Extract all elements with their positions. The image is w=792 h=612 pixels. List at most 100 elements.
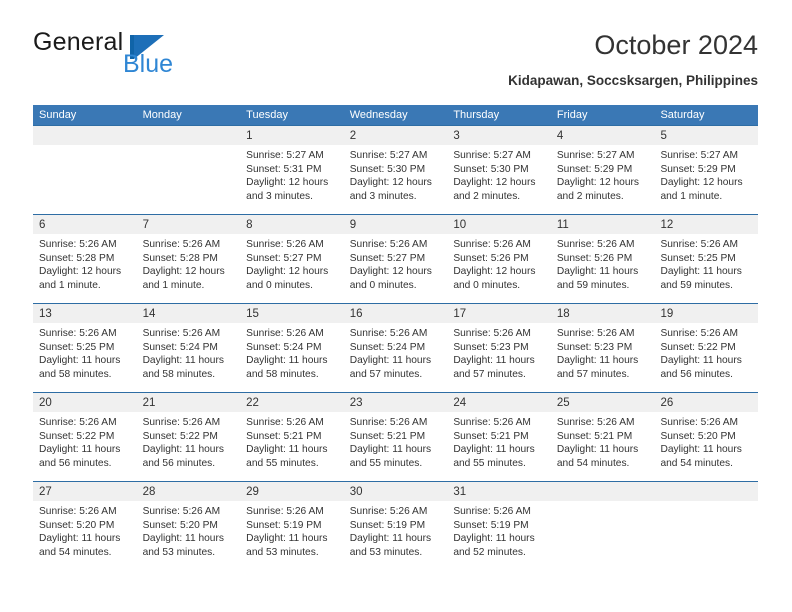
daylight-text-line1: Daylight: 11 hours bbox=[349, 355, 432, 367]
day-number: 3 bbox=[453, 130, 460, 142]
day-info bbox=[137, 145, 241, 149]
day-cell[interactable]: 17 Sunrise: 5:26 AM Sunset: 5:23 PM Dayl… bbox=[447, 304, 551, 392]
sunset-text: Sunset: 5:20 PM bbox=[660, 430, 736, 442]
daylight-text-line2: and 57 minutes. bbox=[453, 369, 526, 381]
daylight-text-line2: and 54 minutes. bbox=[556, 458, 630, 470]
day-cell[interactable]: 1 Sunrise: 5:27 AM Sunset: 5:31 PM Dayli… bbox=[240, 126, 344, 214]
day-cell[interactable]: 30 Sunrise: 5:26 AM Sunset: 5:19 PM Dayl… bbox=[343, 482, 448, 570]
day-cell[interactable]: 23 Sunrise: 5:26 AM Sunset: 5:21 PM Dayl… bbox=[343, 393, 448, 481]
day-info: Sunrise: 5:26 AM Sunset: 5:20 PM Dayligh… bbox=[654, 412, 758, 471]
page-header: General Blue October 2024 Kidapawan, Soc… bbox=[33, 28, 758, 98]
day-cell[interactable] bbox=[654, 482, 759, 570]
day-cell[interactable]: 4 Sunrise: 5:27 AM Sunset: 5:29 PM Dayli… bbox=[550, 126, 655, 214]
daylight-text-line1: Daylight: 12 hours bbox=[660, 177, 743, 189]
sunrise-text: Sunrise: 5:26 AM bbox=[246, 506, 324, 517]
daylight-text-line1: Daylight: 12 hours bbox=[246, 266, 329, 278]
day-cell[interactable]: 15 Sunrise: 5:26 AM Sunset: 5:24 PM Dayl… bbox=[240, 304, 344, 392]
day-cell[interactable]: 13 Sunrise: 5:26 AM Sunset: 5:25 PM Dayl… bbox=[33, 304, 137, 392]
daylight-text-line1: Daylight: 12 hours bbox=[142, 266, 225, 278]
day-cell[interactable]: 16 Sunrise: 5:26 AM Sunset: 5:24 PM Dayl… bbox=[343, 304, 448, 392]
day-cell[interactable]: 19 Sunrise: 5:26 AM Sunset: 5:22 PM Dayl… bbox=[654, 304, 759, 392]
day-number-band: 28 bbox=[136, 482, 241, 501]
day-info: Sunrise: 5:26 AM Sunset: 5:22 PM Dayligh… bbox=[137, 412, 241, 471]
day-cell[interactable]: 25 Sunrise: 5:26 AM Sunset: 5:21 PM Dayl… bbox=[550, 393, 655, 481]
day-info: Sunrise: 5:26 AM Sunset: 5:21 PM Dayligh… bbox=[447, 412, 551, 471]
day-number: 26 bbox=[660, 397, 674, 409]
day-cell[interactable]: 6 Sunrise: 5:26 AM Sunset: 5:28 PM Dayli… bbox=[33, 215, 137, 303]
weekday-header-sunday: Sunday bbox=[39, 109, 77, 121]
day-number-band: 12 bbox=[654, 215, 759, 234]
day-cell[interactable]: 18 Sunrise: 5:26 AM Sunset: 5:23 PM Dayl… bbox=[550, 304, 655, 392]
day-number: 17 bbox=[453, 308, 467, 320]
sunset-text: Sunset: 5:23 PM bbox=[453, 341, 529, 353]
sunset-text: Sunset: 5:24 PM bbox=[142, 341, 218, 353]
day-info: Sunrise: 5:26 AM Sunset: 5:28 PM Dayligh… bbox=[33, 234, 137, 293]
day-number: 11 bbox=[556, 219, 569, 231]
sunrise-text: Sunrise: 5:26 AM bbox=[142, 417, 221, 428]
day-number: 6 bbox=[39, 219, 46, 231]
day-number: 2 bbox=[349, 130, 357, 142]
day-info: Sunrise: 5:26 AM Sunset: 5:27 PM Dayligh… bbox=[240, 234, 344, 293]
daylight-text-line2: and 1 minute. bbox=[39, 280, 101, 292]
day-cell[interactable]: 24 Sunrise: 5:26 AM Sunset: 5:21 PM Dayl… bbox=[447, 393, 551, 481]
general-blue-logo[interactable]: General Blue bbox=[33, 28, 263, 86]
day-cell[interactable]: 3 Sunrise: 5:27 AM Sunset: 5:30 PM Dayli… bbox=[447, 126, 551, 214]
calendar-week-row: 1 Sunrise: 5:27 AM Sunset: 5:31 PM Dayli… bbox=[33, 125, 759, 214]
day-cell[interactable] bbox=[550, 482, 655, 570]
day-cell[interactable]: 7 Sunrise: 5:26 AM Sunset: 5:28 PM Dayli… bbox=[136, 215, 241, 303]
day-number: 9 bbox=[349, 219, 357, 231]
day-cell[interactable]: 31 Sunrise: 5:26 AM Sunset: 5:19 PM Dayl… bbox=[447, 482, 551, 570]
sunrise-text: Sunrise: 5:26 AM bbox=[349, 328, 428, 339]
day-cell[interactable]: 8 Sunrise: 5:26 AM Sunset: 5:27 PM Dayli… bbox=[240, 215, 344, 303]
sunrise-text: Sunrise: 5:26 AM bbox=[453, 239, 531, 250]
day-number-band: 18 bbox=[550, 304, 655, 323]
title-block: October 2024 Kidapawan, Soccsksargen, Ph… bbox=[508, 28, 758, 91]
daylight-text-line1: Daylight: 11 hours bbox=[453, 533, 535, 545]
day-number-band: 15 bbox=[240, 304, 344, 323]
sunrise-text: Sunrise: 5:27 AM bbox=[453, 150, 531, 161]
daylight-text-line2: and 59 minutes. bbox=[556, 280, 630, 292]
daylight-text-line1: Daylight: 11 hours bbox=[39, 533, 121, 545]
day-cell[interactable]: 14 Sunrise: 5:26 AM Sunset: 5:24 PM Dayl… bbox=[136, 304, 241, 392]
day-cell[interactable]: 29 Sunrise: 5:26 AM Sunset: 5:19 PM Dayl… bbox=[240, 482, 344, 570]
day-info: Sunrise: 5:27 AM Sunset: 5:30 PM Dayligh… bbox=[344, 145, 448, 204]
sunset-text: Sunset: 5:22 PM bbox=[660, 341, 736, 353]
day-number-band: 11 bbox=[550, 215, 655, 234]
day-number-band: 4 bbox=[550, 126, 655, 145]
day-number: 15 bbox=[246, 308, 259, 320]
day-cell[interactable]: 2 Sunrise: 5:27 AM Sunset: 5:30 PM Dayli… bbox=[343, 126, 448, 214]
day-cell[interactable]: 21 Sunrise: 5:26 AM Sunset: 5:22 PM Dayl… bbox=[136, 393, 241, 481]
day-cell[interactable]: 12 Sunrise: 5:26 AM Sunset: 5:25 PM Dayl… bbox=[654, 215, 759, 303]
day-cell[interactable]: 26 Sunrise: 5:26 AM Sunset: 5:20 PM Dayl… bbox=[654, 393, 759, 481]
day-cell[interactable]: 27 Sunrise: 5:26 AM Sunset: 5:20 PM Dayl… bbox=[33, 482, 137, 570]
day-cell[interactable] bbox=[33, 126, 137, 214]
location-subtitle: Kidapawan, Soccsksargen, Philippines bbox=[508, 73, 758, 88]
day-cell[interactable]: 22 Sunrise: 5:26 AM Sunset: 5:21 PM Dayl… bbox=[240, 393, 344, 481]
day-number-band: 6 bbox=[33, 215, 137, 234]
day-cell[interactable]: 5 Sunrise: 5:27 AM Sunset: 5:29 PM Dayli… bbox=[654, 126, 759, 214]
day-cell[interactable]: 10 Sunrise: 5:26 AM Sunset: 5:26 PM Dayl… bbox=[447, 215, 551, 303]
day-cell[interactable]: 9 Sunrise: 5:26 AM Sunset: 5:27 PM Dayli… bbox=[343, 215, 448, 303]
day-cell[interactable]: 20 Sunrise: 5:26 AM Sunset: 5:22 PM Dayl… bbox=[33, 393, 137, 481]
daylight-text-line2: and 58 minutes. bbox=[142, 369, 216, 381]
sunset-text: Sunset: 5:19 PM bbox=[349, 519, 426, 531]
sunset-text: Sunset: 5:19 PM bbox=[246, 519, 322, 531]
daylight-text-line2: and 53 minutes. bbox=[246, 547, 319, 559]
sunset-text: Sunset: 5:30 PM bbox=[349, 163, 426, 175]
day-info: Sunrise: 5:26 AM Sunset: 5:27 PM Dayligh… bbox=[344, 234, 448, 293]
sunset-text: Sunset: 5:21 PM bbox=[349, 430, 426, 442]
sunrise-text: Sunrise: 5:27 AM bbox=[246, 150, 324, 161]
day-cell[interactable]: 11 Sunrise: 5:26 AM Sunset: 5:26 PM Dayl… bbox=[550, 215, 655, 303]
day-cell[interactable] bbox=[136, 126, 241, 214]
day-number-band: 3 bbox=[447, 126, 551, 145]
day-number: 27 bbox=[39, 486, 52, 498]
day-number-band: 26 bbox=[654, 393, 759, 412]
day-info: Sunrise: 5:26 AM Sunset: 5:26 PM Dayligh… bbox=[447, 234, 551, 293]
day-number: 22 bbox=[246, 397, 259, 409]
sunrise-text: Sunrise: 5:26 AM bbox=[39, 417, 117, 428]
day-number-band bbox=[550, 482, 655, 501]
day-cell[interactable]: 28 Sunrise: 5:26 AM Sunset: 5:20 PM Dayl… bbox=[136, 482, 241, 570]
daylight-text-line2: and 56 minutes. bbox=[39, 458, 112, 470]
sunset-text: Sunset: 5:27 PM bbox=[246, 252, 322, 264]
day-info: Sunrise: 5:26 AM Sunset: 5:22 PM Dayligh… bbox=[654, 323, 758, 382]
